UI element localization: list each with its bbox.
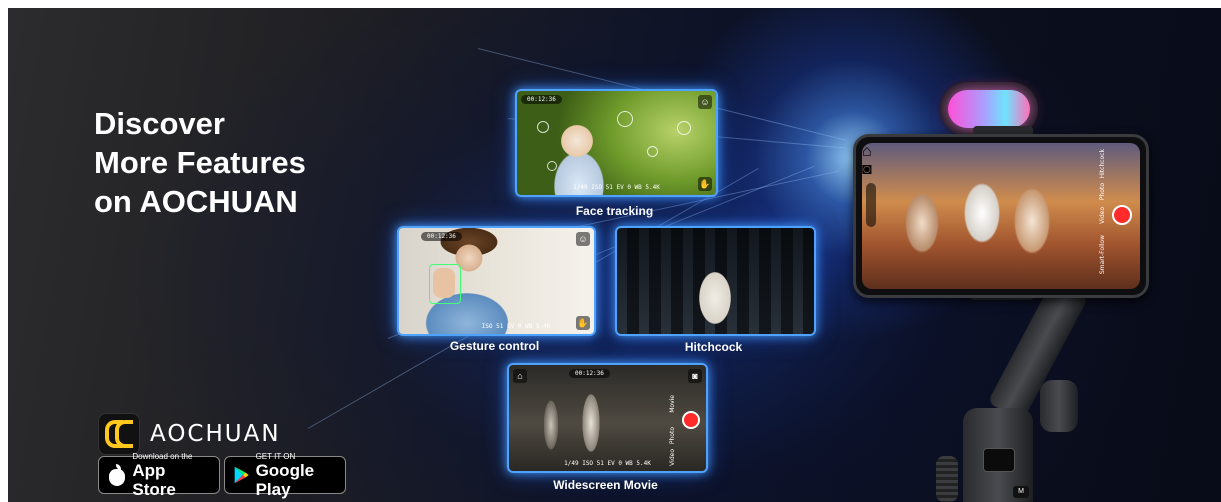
headline-line-2: More Features [94, 145, 306, 180]
bubble [537, 121, 549, 133]
recording-time: 00:12:36 [421, 231, 462, 241]
gesture-control-caption: Gesture control [449, 339, 540, 353]
mode-label-photo: Photo [1099, 183, 1106, 201]
fill-light-glow [948, 90, 1030, 128]
google-play-text: GET IT ON Google Play [256, 452, 337, 499]
brand-name: AOCHUAN [150, 421, 281, 447]
record-button [1112, 205, 1132, 225]
hand-tracking-frame [429, 264, 461, 304]
bubble [547, 161, 557, 171]
mode-label-smart-follow: Smart-Follow [1099, 235, 1106, 275]
gimbal-handle: M [963, 408, 1033, 502]
google-play-icon [234, 466, 249, 484]
camera-status-bar: 00:12:36 [521, 94, 712, 104]
aochuan-logo-icon [98, 413, 140, 455]
exposure-readout: ISO 51 EV 0 WB 5.4K [481, 323, 551, 330]
mode-label-hitchcock: Hitchcock [1099, 149, 1106, 179]
headline: Discover More Features on AOCHUAN [94, 104, 306, 221]
hand-icon: ✋ [576, 316, 590, 330]
exposure-readout: 1/49 ISO 51 EV 0 WB 5.4K [564, 460, 651, 467]
gimbal-pivot [1040, 380, 1078, 432]
recording-time: 00:12:36 [521, 94, 562, 104]
smartphone: ⌂ ◙ Smart-Follow Video Photo Hitchcock [853, 134, 1149, 298]
hand-icon: ✋ [698, 177, 712, 191]
mode-label-photo: Photo [669, 427, 676, 445]
face-frame-icon: ☺ [698, 95, 712, 109]
widescreen-movie-card[interactable]: 00:12:36 ⌂ ◙ Movie Photo Video 1/49 ISO … [507, 363, 708, 473]
camera-status-bar: 00:12:36 [569, 368, 702, 378]
headline-line-3: on AOCHUAN [94, 184, 298, 219]
gimbal-screen [983, 448, 1015, 472]
brand: AOCHUAN [98, 413, 281, 455]
face-tracking-caption: Face tracking [575, 204, 654, 218]
recording-time: 00:12:36 [569, 368, 610, 378]
bubble [647, 146, 658, 157]
google-play-small-label: GET IT ON [255, 451, 296, 461]
gimbal-dial [936, 456, 958, 502]
mode-label-movie: Movie [669, 395, 676, 413]
camera-icon: ◙ [688, 369, 702, 383]
app-store-text: Download on the App Store [132, 452, 211, 499]
face-frame-icon: ☺ [576, 232, 590, 246]
google-play-button[interactable]: GET IT ON Google Play [224, 452, 346, 499]
record-button [682, 411, 700, 429]
apple-icon [107, 464, 126, 486]
camera-status-bar: 00:12:36 [421, 231, 590, 241]
mode-label-video: Video [1099, 207, 1106, 224]
google-play-big-label: Google Play [255, 460, 315, 499]
logo-ring-right [115, 420, 133, 448]
hitchcock-caption: Hitchcock [684, 340, 743, 354]
bubble [677, 121, 691, 135]
app-store-small-label: Download on the [132, 451, 193, 461]
mode-button: M [1013, 486, 1029, 498]
hero-banner: Discover More Features on AOCHUAN 00:12:… [8, 8, 1221, 502]
app-store-button[interactable]: Download on the App Store [98, 452, 220, 499]
home-icon: ⌂ [513, 369, 527, 383]
face-tracking-card[interactable]: 00:12:36 ☺ ✋ 1/49 ISO 51 EV 0 WB 5.4K [515, 89, 718, 197]
mode-label-video: Video [669, 449, 676, 466]
gesture-control-card[interactable]: 00:12:36 ☺ ✋ ISO 51 EV 0 WB 5.4K [397, 226, 596, 336]
exposure-readout: 1/49 ISO 51 EV 0 WB 5.4K [573, 184, 660, 191]
zoom-slider [866, 183, 876, 227]
bubble [617, 111, 633, 127]
app-store-big-label: App Store [132, 460, 176, 499]
headline-line-1: Discover [94, 106, 225, 141]
widescreen-movie-caption: Widescreen Movie [553, 478, 658, 492]
hitchcock-card[interactable] [615, 226, 816, 336]
phone-screen: ⌂ ◙ Smart-Follow Video Photo Hitchcock [862, 143, 1140, 289]
